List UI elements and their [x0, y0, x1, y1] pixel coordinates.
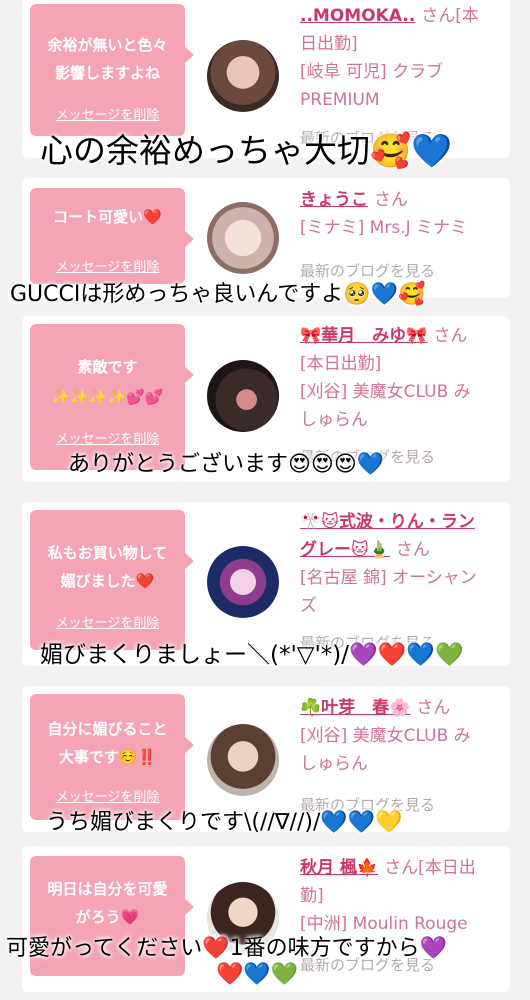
- shop-info: しゅらん: [300, 410, 368, 430]
- delete-message-link[interactable]: メッセージを削除: [30, 256, 185, 275]
- message-bubble: コート可愛い❤️ メッセージを削除: [30, 188, 194, 284]
- avatar[interactable]: [207, 724, 279, 796]
- message-text-line: ✨✨✨✨💕💕: [51, 388, 164, 406]
- message-text-line: コート可愛い❤️: [53, 208, 162, 226]
- overlay-caption: 媚びまくりましょー＼(*'▽'*)/💜❤️💙💚: [40, 642, 464, 668]
- shop-info: 日出勤]: [300, 34, 358, 54]
- shop-info: しゅらん: [300, 754, 368, 774]
- profile-name-link[interactable]: グレー🐱🎍: [300, 540, 390, 560]
- message-text-line: 私もお買い物して: [47, 544, 168, 562]
- message-bubble: 余裕が無いと色々 影響しますよね メッセージを削除: [30, 4, 194, 136]
- avatar[interactable]: [207, 360, 279, 432]
- shop-info: [名古屋 錦] オーシャン: [300, 568, 477, 588]
- delete-message-link[interactable]: メッセージを削除: [30, 612, 185, 631]
- message-text-line: 影響しますよね: [54, 64, 160, 82]
- profile-name-link[interactable]: ☘️叶芽 春🌸: [300, 698, 410, 718]
- honorific: さん: [416, 698, 451, 718]
- honorific: さん: [374, 190, 408, 210]
- avatar[interactable]: [207, 202, 279, 274]
- profile-name-link[interactable]: 秋月 楓🍁: [300, 858, 378, 878]
- honorific: さん[本日出: [384, 858, 476, 878]
- message-text-line: 明日は自分を可愛: [47, 880, 168, 898]
- overlay-caption: 心の余裕めっちゃ大切🥰💙: [40, 131, 453, 170]
- avatar[interactable]: [207, 546, 279, 618]
- delete-message-link[interactable]: メッセージを削除: [30, 786, 185, 805]
- message-bubble: 私もお買い物して 媚びました❤️ メッセージを削除: [30, 510, 194, 650]
- delete-message-link[interactable]: メッセージを削除: [30, 104, 185, 123]
- overlay-caption: うち媚びまくりです\(//∇//)/💙💙💛: [46, 810, 403, 835]
- overlay-caption: ❤️💙💚: [216, 962, 299, 987]
- honorific: さん: [433, 326, 468, 346]
- message-text-line: 素敵です: [77, 358, 138, 376]
- message-bubble: 自分に媚びること 大事です☺️‼️ メッセージを削除: [30, 694, 194, 820]
- avatar[interactable]: [207, 40, 279, 112]
- profile-name-link[interactable]: 🎀華月 みゆ🎀: [300, 326, 427, 346]
- honorific: さん[本: [421, 6, 479, 26]
- message-text-line: 余裕が無いと色々: [47, 36, 168, 54]
- shop-info: [ミナミ] Mrs.J ミナミ: [300, 218, 468, 238]
- profile-name-link[interactable]: 🎌🐱式波・りん・ラン: [300, 512, 475, 532]
- shop-info: PREMIUM: [300, 90, 380, 110]
- shop-info: [刈谷] 美魔女CLUB み: [300, 726, 471, 746]
- shop-info: 勤]: [300, 886, 324, 906]
- delete-message-link[interactable]: メッセージを削除: [30, 428, 185, 447]
- shop-info: [刈谷] 美魔女CLUB み: [300, 382, 471, 402]
- shop-info: [本日出勤]: [300, 354, 382, 374]
- overlay-caption: GUCCIは形めっちゃ良いんですよ🥺💙🥰: [10, 282, 426, 307]
- profile-name-link[interactable]: ..MOMOKA..: [300, 6, 415, 26]
- shop-info: ズ: [300, 596, 317, 616]
- message-text-line: 媚びました❤️: [60, 572, 155, 590]
- overlay-caption: ありがとうございます😍😍😍💙: [68, 452, 385, 477]
- overlay-caption: 可愛がってください❤️1番の味方ですから💜: [6, 936, 448, 961]
- message-text-line: がろう💗: [75, 908, 140, 926]
- shop-info: [岐阜 可児] クラブ: [300, 62, 444, 82]
- message-text-line: 大事です☺️‼️: [58, 748, 157, 766]
- honorific: さん: [395, 540, 430, 560]
- profile-name-link[interactable]: きょうこ: [300, 190, 368, 210]
- message-text-line: 自分に媚びること: [47, 720, 168, 738]
